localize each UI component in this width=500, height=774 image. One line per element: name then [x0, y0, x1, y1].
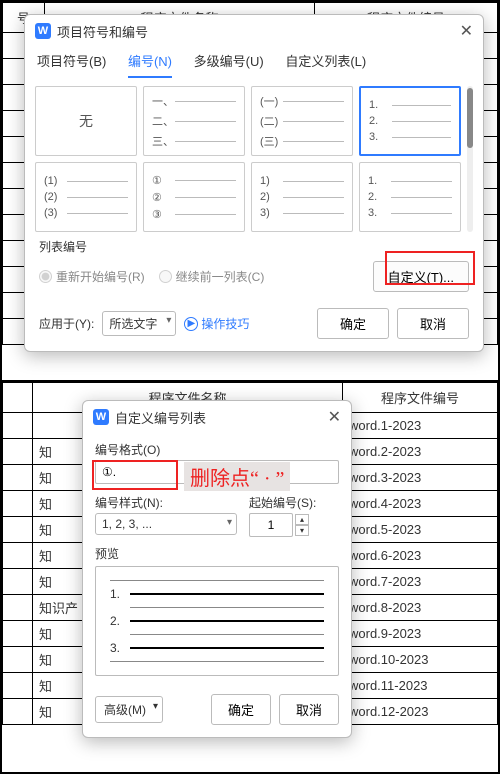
- style-none[interactable]: 无: [35, 86, 137, 156]
- cancel-button-2[interactable]: 取消: [279, 694, 339, 725]
- apply-to-select[interactable]: 所选文字: [102, 311, 176, 336]
- dialog-titlebar[interactable]: W 项目符号和编号 ✕: [25, 15, 483, 47]
- ok-button-2[interactable]: 确定: [211, 694, 271, 725]
- wps-icon: W: [93, 409, 109, 425]
- number-style-select[interactable]: 1, 2, 3, ...: [95, 513, 237, 535]
- spin-up-icon[interactable]: ▴: [295, 514, 309, 525]
- start-number-input[interactable]: [249, 513, 293, 537]
- dialog2-titlebar[interactable]: W 自定义编号列表 ✕: [83, 401, 351, 433]
- tab-multilevel[interactable]: 多级编号(U): [194, 51, 264, 76]
- tab-customlist[interactable]: 自定义列表(L): [285, 51, 366, 76]
- tab-bullets[interactable]: 项目符号(B): [37, 51, 106, 76]
- style-paren-low[interactable]: (1) (2) (3): [35, 162, 137, 232]
- play-icon: ▶: [184, 317, 198, 331]
- tab-numbering[interactable]: 编号(N): [128, 51, 172, 78]
- format-label: 编号格式(O): [95, 441, 339, 458]
- dialog2-title: 自定义编号列表: [115, 408, 206, 427]
- wps-icon: W: [35, 23, 51, 39]
- radio-restart[interactable]: 重新开始编号(R): [39, 268, 145, 285]
- style-dot-selected[interactable]: 1. 2. 3.: [359, 86, 461, 156]
- number-style-grid: 无 一、 二、 三、 (一) (二) (三) 1. 2. 3.: [35, 86, 461, 232]
- radio-continue[interactable]: 继续前一列表(C): [159, 268, 265, 285]
- bullets-numbering-dialog: W 项目符号和编号 ✕ 项目符号(B) 编号(N) 多级编号(U) 自定义列表(…: [24, 14, 484, 352]
- style-half-paren[interactable]: 1) 2) 3): [251, 162, 353, 232]
- th-code-2: 程序文件编号: [343, 383, 498, 413]
- cancel-button[interactable]: 取消: [397, 308, 469, 339]
- close-icon[interactable]: ✕: [328, 407, 341, 427]
- start-number-stepper[interactable]: ▴▾: [249, 513, 339, 537]
- advanced-select[interactable]: 高级(M): [95, 696, 163, 723]
- number-format-input[interactable]: [95, 460, 339, 484]
- custom-number-list-dialog: W 自定义编号列表 ✕ 编号格式(O) 编号样式(N): 1, 2, 3, ..…: [82, 400, 352, 738]
- list-number-label: 列表编号: [25, 238, 483, 255]
- style-dot-2[interactable]: 1. 2. 3.: [359, 162, 461, 232]
- preview-area: 1. 2. 3.: [95, 566, 339, 676]
- close-icon[interactable]: ✕: [460, 21, 473, 41]
- style-label: 编号样式(N):: [95, 494, 237, 511]
- style-circle[interactable]: ① ② ③: [143, 162, 245, 232]
- grid-scrollbar[interactable]: [467, 86, 473, 232]
- dialog-title: 项目符号和编号: [57, 22, 148, 41]
- ok-button[interactable]: 确定: [317, 308, 389, 339]
- style-cn-ord[interactable]: 一、 二、 三、: [143, 86, 245, 156]
- tips-link[interactable]: ▶操作技巧: [184, 315, 249, 332]
- start-label: 起始编号(S):: [249, 494, 339, 511]
- style-cn-paren[interactable]: (一) (二) (三): [251, 86, 353, 156]
- preview-label: 预览: [95, 545, 339, 562]
- spin-down-icon[interactable]: ▾: [295, 525, 309, 536]
- apply-to-label: 应用于(Y):: [39, 315, 94, 332]
- customize-button[interactable]: 自定义(T)...: [373, 261, 469, 292]
- tab-bar: 项目符号(B) 编号(N) 多级编号(U) 自定义列表(L): [25, 47, 483, 78]
